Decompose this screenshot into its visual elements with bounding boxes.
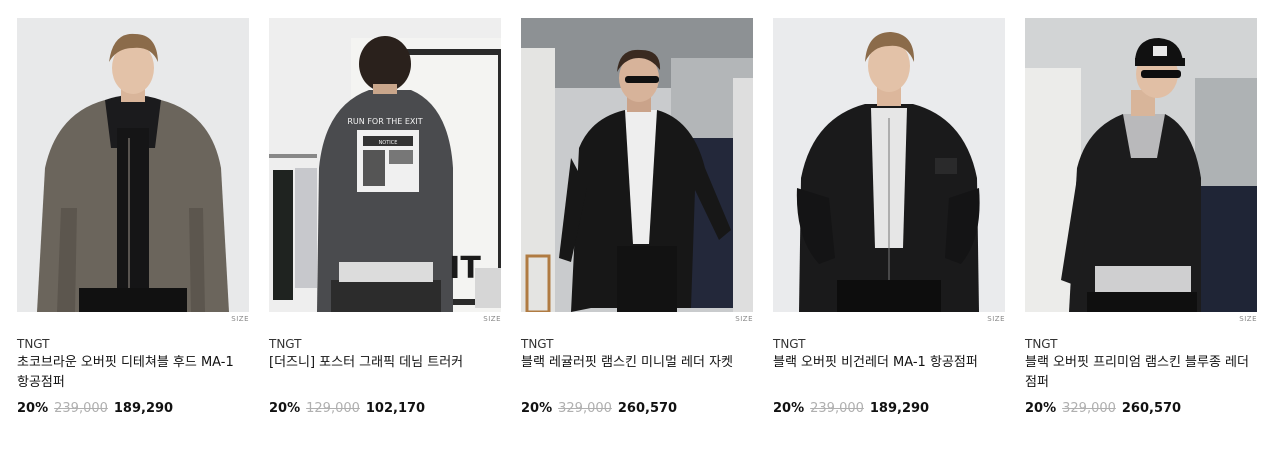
- price-row: 20% 239,000 189,290: [773, 401, 1005, 416]
- product-brand[interactable]: TNGT: [521, 337, 753, 351]
- image-print-text: NOTICE: [379, 140, 398, 146]
- product-card[interactable]: RUN FOR THE EXIT NOTICE IT SIZE TNGT [더즈…: [269, 18, 501, 416]
- sale-price: 189,290: [869, 401, 930, 416]
- sale-price: 189,290: [113, 401, 174, 416]
- product-image[interactable]: [17, 18, 249, 312]
- price-row: 20% 329,000 260,570: [521, 401, 753, 416]
- discount-rate: 20%: [17, 401, 49, 416]
- size-tag[interactable]: SIZE: [17, 314, 249, 324]
- product-image[interactable]: [521, 18, 753, 312]
- discount-rate: 20%: [1025, 401, 1057, 416]
- original-price: 239,000: [810, 401, 864, 416]
- product-brand[interactable]: TNGT: [773, 337, 1005, 351]
- product-grid: SIZE TNGT 초코브라운 오버핏 디테쳐블 후드 MA-1 항공점퍼 20…: [17, 18, 1257, 416]
- size-tag[interactable]: SIZE: [269, 314, 501, 324]
- size-tag[interactable]: SIZE: [521, 314, 753, 324]
- product-card[interactable]: SIZE TNGT 블랙 레귤러핏 램스킨 미니멀 레더 자켓 20% 329,…: [521, 18, 753, 416]
- sale-price: 102,170: [365, 401, 426, 416]
- price-row: 20% 329,000 260,570: [1025, 401, 1257, 416]
- product-image[interactable]: RUN FOR THE EXIT NOTICE IT: [269, 18, 501, 312]
- image-poster-text: IT: [449, 251, 481, 286]
- product-image[interactable]: [1025, 18, 1257, 312]
- discount-rate: 20%: [521, 401, 553, 416]
- product-name[interactable]: [더즈니] 포스터 그래픽 데님 트러커: [269, 353, 501, 393]
- image-print-text: RUN FOR THE EXIT: [347, 117, 422, 126]
- original-price: 329,000: [1062, 401, 1116, 416]
- product-brand[interactable]: TNGT: [269, 337, 501, 351]
- original-price: 329,000: [558, 401, 612, 416]
- sale-price: 260,570: [1121, 401, 1182, 416]
- original-price: 239,000: [54, 401, 108, 416]
- original-price: 129,000: [306, 401, 360, 416]
- sale-price: 260,570: [617, 401, 678, 416]
- discount-rate: 20%: [773, 401, 805, 416]
- product-brand[interactable]: TNGT: [17, 337, 249, 351]
- price-row: 20% 239,000 189,290: [17, 401, 249, 416]
- product-brand[interactable]: TNGT: [1025, 337, 1257, 351]
- product-name[interactable]: 블랙 오버핏 비건레더 MA-1 항공점퍼: [773, 353, 1005, 393]
- size-tag[interactable]: SIZE: [1025, 314, 1257, 324]
- product-image[interactable]: [773, 18, 1005, 312]
- discount-rate: 20%: [269, 401, 301, 416]
- product-card[interactable]: SIZE TNGT 블랙 오버핏 프리미엄 램스킨 블루종 레더 점퍼 20% …: [1025, 18, 1257, 416]
- product-name[interactable]: 초코브라운 오버핏 디테쳐블 후드 MA-1 항공점퍼: [17, 353, 249, 393]
- product-card[interactable]: SIZE TNGT 블랙 오버핏 비건레더 MA-1 항공점퍼 20% 239,…: [773, 18, 1005, 416]
- product-card[interactable]: SIZE TNGT 초코브라운 오버핏 디테쳐블 후드 MA-1 항공점퍼 20…: [17, 18, 249, 416]
- price-row: 20% 129,000 102,170: [269, 401, 501, 416]
- product-name[interactable]: 블랙 오버핏 프리미엄 램스킨 블루종 레더 점퍼: [1025, 353, 1257, 393]
- product-name[interactable]: 블랙 레귤러핏 램스킨 미니멀 레더 자켓: [521, 353, 753, 393]
- size-tag[interactable]: SIZE: [773, 314, 1005, 324]
